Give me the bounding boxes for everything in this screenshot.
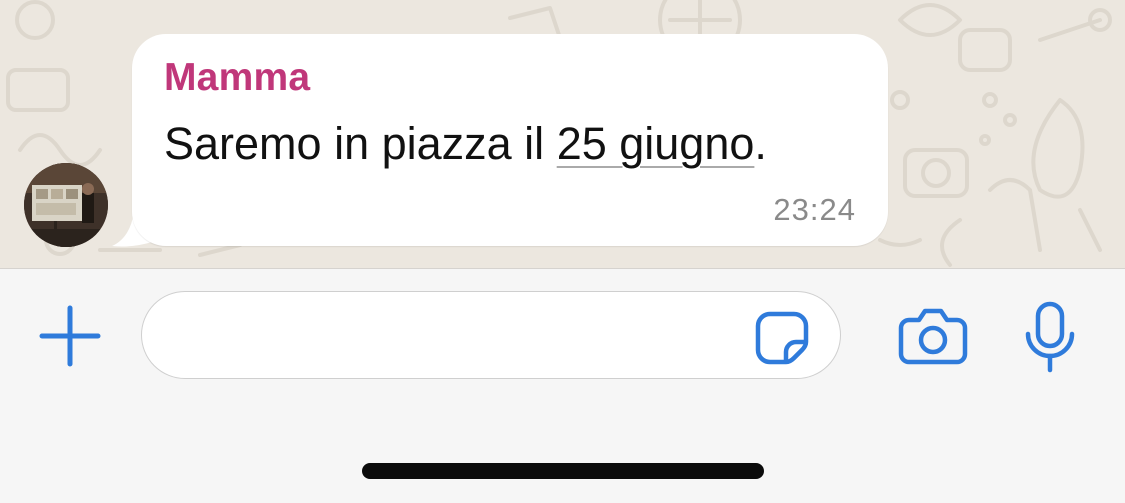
voice-message-button[interactable] — [1020, 300, 1080, 374]
chat-area[interactable]: Mamma Saremo in piazza il 25 giugno. 23:… — [0, 0, 1125, 268]
camera-button[interactable] — [897, 304, 969, 368]
message-text-part: Saremo in piazza il — [164, 118, 557, 169]
sticker-icon — [755, 311, 809, 365]
sender-avatar[interactable] — [24, 163, 108, 247]
date-link[interactable]: 25 giugno — [557, 118, 755, 169]
message-bubble[interactable]: Mamma Saremo in piazza il 25 giugno. 23:… — [132, 34, 888, 246]
message-input[interactable] — [172, 310, 736, 364]
message-timestamp: 23:24 — [773, 192, 856, 227]
chat-screen: Mamma Saremo in piazza il 25 giugno. 23:… — [0, 0, 1125, 503]
home-indicator[interactable] — [362, 463, 764, 479]
sender-name: Mamma — [164, 56, 311, 99]
composer-divider — [0, 268, 1125, 269]
avatar-photo — [24, 163, 108, 247]
sticker-button[interactable] — [752, 308, 812, 368]
camera-icon — [898, 308, 968, 365]
message-text: Saremo in piazza il 25 giugno. — [164, 118, 767, 170]
message-field[interactable] — [141, 291, 841, 379]
microphone-icon — [1025, 301, 1075, 373]
plus-icon — [39, 305, 101, 367]
attach-button[interactable] — [38, 304, 102, 368]
message-text-end: . — [754, 118, 767, 169]
